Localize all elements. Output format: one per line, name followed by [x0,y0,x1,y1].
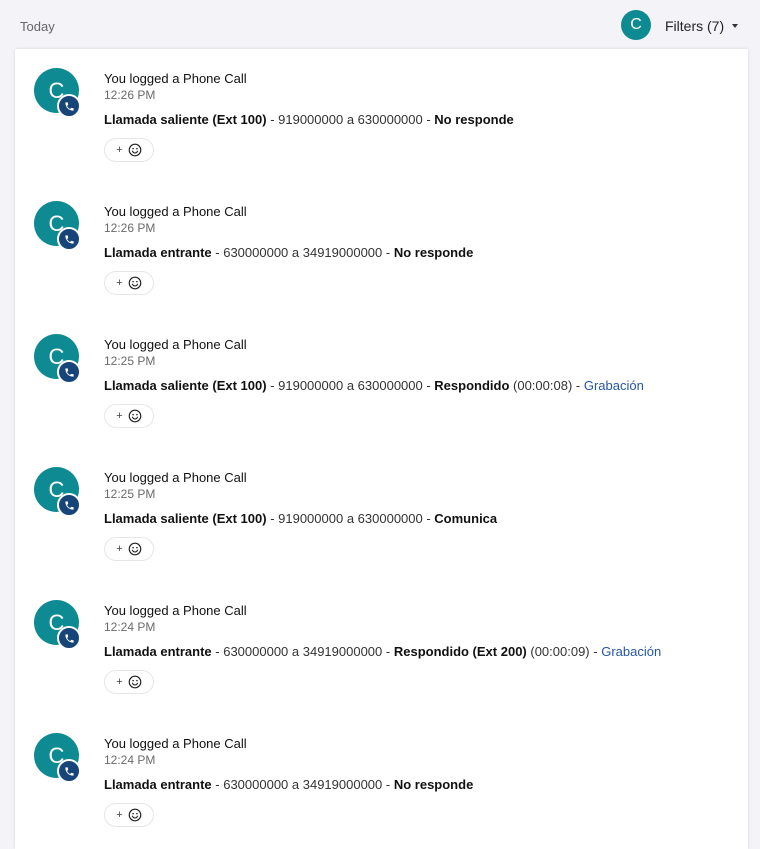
call-detail: Llamada saliente (Ext 100) - 919000000 a… [104,112,514,127]
separator: - [266,378,279,393]
call-numbers: 630000000 a 34919000000 [223,245,383,260]
activity-avatar[interactable]: C [34,68,81,118]
call-numbers: 919000000 a 630000000 [278,112,423,127]
smiley-icon [128,808,142,822]
phone-icon [57,227,81,251]
activity-title: You logged a Phone Call [104,470,247,485]
call-detail: Llamada entrante - 630000000 a 349190000… [104,644,661,659]
activity-time: 12:24 PM [104,753,156,767]
filters-button[interactable]: Filters (7) [665,18,739,34]
add-reaction-button[interactable]: + [104,537,154,561]
activity-time: 12:25 PM [104,354,156,368]
call-detail: Llamada entrante - 630000000 a 349190000… [104,245,473,260]
filters-label: Filters (7) [665,18,725,34]
phone-icon [57,94,81,118]
separator: - [211,245,224,260]
plus-icon: + [116,144,123,156]
add-reaction-button[interactable]: + [104,803,154,827]
call-type: Llamada entrante [104,245,212,260]
activity-avatar[interactable]: C [34,334,81,384]
call-detail: Llamada saliente (Ext 100) - 919000000 a… [104,378,644,393]
call-detail: Llamada saliente (Ext 100) - 919000000 a… [104,511,497,526]
smiley-icon [128,409,142,423]
separator: - [211,777,224,792]
recording-link[interactable]: Grabación [584,378,644,393]
smiley-icon [128,675,142,689]
separator: - [266,511,279,526]
activity-item: C You logged a Phone Call 12:26 PM Llamada … [15,182,748,315]
activity-time: 12:24 PM [104,620,156,634]
separator: - [422,511,435,526]
call-numbers: 919000000 a 630000000 [278,378,423,393]
activity-time: 12:26 PM [104,88,156,102]
phone-icon [57,759,81,783]
call-type: Llamada saliente (Ext 100) [104,112,267,127]
plus-icon: + [116,410,123,422]
plus-icon: + [116,676,123,688]
activity-avatar[interactable]: C [34,467,81,517]
activity-feed: C You logged a Phone Call 12:26 PM Llamada … [15,49,748,849]
separator: - [382,644,394,659]
add-reaction-button[interactable]: + [104,138,154,162]
plus-icon: + [116,543,123,555]
separator: - [589,644,602,659]
call-numbers: 919000000 a 630000000 [278,511,423,526]
call-numbers: 630000000 a 34919000000 [223,644,383,659]
activity-time: 12:25 PM [104,487,156,501]
call-status: Respondido [434,378,510,393]
separator: - [211,644,224,659]
call-status: No responde [393,777,474,792]
plus-icon: + [116,277,123,289]
activity-title: You logged a Phone Call [104,736,247,751]
call-type: Llamada entrante [104,777,212,792]
phone-icon [57,360,81,384]
activity-avatar[interactable]: C [34,600,81,650]
separator: - [382,245,394,260]
activity-title: You logged a Phone Call [104,204,247,219]
call-type: Llamada entrante [104,644,212,659]
activity-avatar[interactable]: C [34,733,81,783]
add-reaction-button[interactable]: + [104,271,154,295]
activity-avatar[interactable]: C [34,201,81,251]
call-status: Respondido (Ext 200) [393,644,527,659]
section-label-today: Today [20,19,55,34]
smiley-icon [128,143,142,157]
activity-item: C You logged a Phone Call 12:25 PM Llamada … [15,448,748,581]
phone-icon [57,493,81,517]
user-avatar-icon[interactable]: C [621,10,651,40]
activity-item: C You logged a Phone Call 12:26 PM Llamada … [15,49,748,182]
activity-title: You logged a Phone Call [104,71,247,86]
separator: - [382,777,394,792]
caret-down-icon [732,24,739,28]
activity-title: You logged a Phone Call [104,337,247,352]
call-numbers: 630000000 a 34919000000 [223,777,383,792]
phone-icon [57,626,81,650]
separator: - [422,112,435,127]
activity-item: C You logged a Phone Call 12:25 PM Llamada … [15,315,748,448]
separator: - [572,378,584,393]
call-status: Comunica [434,511,498,526]
smiley-icon [128,276,142,290]
call-type: Llamada saliente (Ext 100) [104,511,267,526]
call-duration: (00:00:08) [509,378,573,393]
plus-icon: + [116,809,123,821]
call-detail: Llamada entrante - 630000000 a 349190000… [104,777,473,792]
activity-item: C You logged a Phone Call 12:24 PM Llamada … [15,581,748,714]
add-reaction-button[interactable]: + [104,404,154,428]
activity-time: 12:26 PM [104,221,156,235]
activity-title: You logged a Phone Call [104,603,247,618]
call-type: Llamada saliente (Ext 100) [104,378,267,393]
separator: - [266,112,279,127]
separator: - [422,378,435,393]
call-status: No responde [393,245,474,260]
recording-link[interactable]: Grabación [601,644,661,659]
call-status: No responde [434,112,514,127]
add-reaction-button[interactable]: + [104,670,154,694]
smiley-icon [128,542,142,556]
call-duration: (00:00:09) [526,644,590,659]
timeline-header: Today C Filters (7) [0,0,760,48]
activity-item: C You logged a Phone Call 12:24 PM Llamada … [15,714,748,847]
